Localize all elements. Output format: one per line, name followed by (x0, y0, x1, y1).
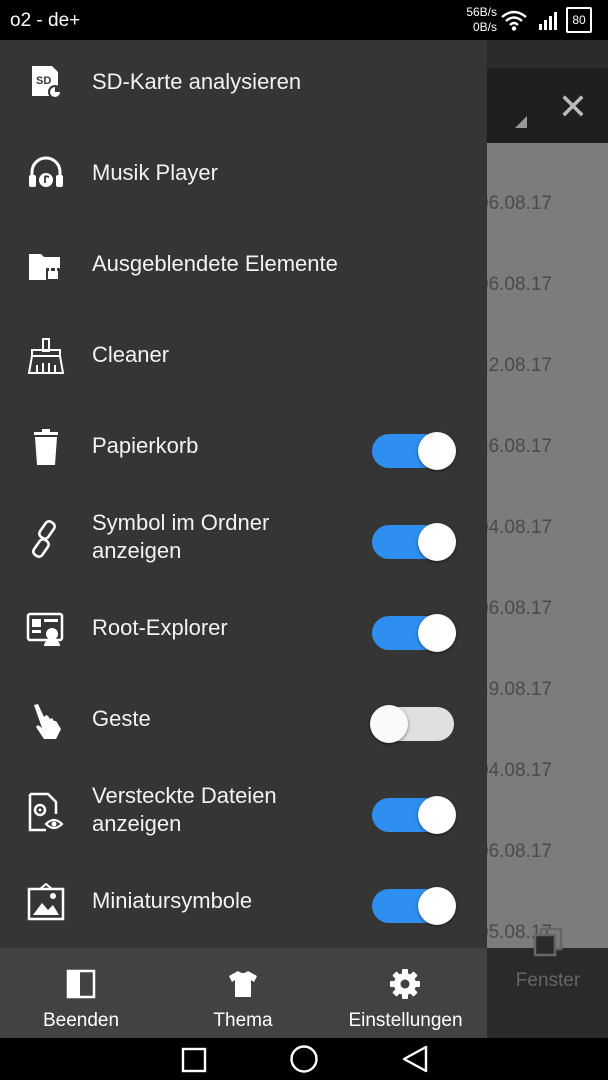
back-icon[interactable] (401, 1044, 429, 1074)
list-item-date: 06.08.17 (478, 598, 552, 619)
svg-text:SD: SD (36, 75, 51, 87)
menu-item-label: Geste (92, 706, 151, 731)
navigation-drawer: SD SD-Karte analysieren Musik Player Aus… (0, 40, 487, 948)
folder-symbol-toggle[interactable] (370, 517, 458, 561)
wifi-icon (501, 10, 527, 31)
theme-button-label: Thema (213, 1010, 273, 1031)
list-item-date: 19.08.17 (478, 679, 552, 700)
settings-button[interactable]: Einstellungen (324, 948, 487, 1038)
menu-item-cleaner[interactable]: Cleaner (0, 313, 487, 404)
home-icon[interactable] (289, 1044, 319, 1074)
thumbnails-toggle[interactable] (370, 881, 458, 925)
settings-button-label: Einstellungen (348, 1010, 463, 1031)
menu-item-label: Musik Player (92, 160, 218, 185)
menu-item-thumbnails[interactable]: Miniatursymbole (0, 859, 487, 950)
window-button-label: Fenster (515, 970, 581, 991)
menu-item-label: Versteckte Dateien anzeigen (92, 783, 277, 836)
list-item-date: 26.08.17 (478, 436, 552, 457)
menu-item-hidden-files[interactable]: Versteckte Dateien anzeigen (0, 768, 487, 859)
menu-item-label: Cleaner (92, 342, 170, 367)
menu-item-hidden-elements[interactable]: Ausgeblendete Elemente (0, 222, 487, 313)
menu-item-label: SD-Karte analysieren (92, 69, 302, 94)
menu-item-recycle-bin[interactable]: Papierkorb (0, 404, 487, 495)
root-explorer-toggle[interactable] (370, 608, 458, 652)
menu-item-root-explorer[interactable]: Root-Explorer (0, 586, 487, 677)
sort-indicator-icon (515, 116, 527, 128)
status-bar: o2 - de+ 56B/s 0B/s 80 (0, 0, 608, 40)
close-icon[interactable]: ✕ (558, 86, 588, 128)
exit-button[interactable]: Beenden (0, 948, 162, 1038)
locked-folder-icon (29, 254, 60, 280)
menu-item-sd-analyze[interactable]: SD SD-Karte analysieren (0, 40, 487, 131)
net-down-speed: 0B/s (472, 20, 497, 34)
tshirt-icon (229, 971, 257, 997)
hidden-files-icon (28, 792, 64, 832)
thumbnail-icon (27, 883, 65, 921)
carrier-name: o2 - de+ (10, 10, 81, 31)
menu-item-label: Symbol im Ordner anzeigen (92, 510, 270, 563)
theme-button[interactable]: Thema (162, 948, 324, 1038)
list-item-date: 22.08.17 (478, 355, 552, 376)
sd-card-analyze-icon: SD (32, 66, 62, 99)
recycle-bin-toggle[interactable] (370, 426, 458, 470)
menu-item-label: Papierkorb (92, 433, 199, 458)
signal-icon (539, 12, 557, 30)
headphones-icon (29, 156, 63, 187)
windows-icon (533, 927, 563, 957)
drawer-footer: Beenden Thema Einstellungen (0, 948, 487, 1038)
menu-item-folder-symbol[interactable]: Symbol im Ordner anzeigen (0, 495, 487, 586)
list-item-date: 06.08.17 (478, 841, 552, 862)
gesture-hand-icon (34, 704, 61, 739)
battery-icon: 80 (566, 7, 592, 33)
system-nav-bar (0, 1038, 608, 1080)
hidden-files-toggle[interactable] (370, 790, 458, 834)
menu-item-label: Ausgeblendete Elemente (92, 251, 338, 276)
broom-icon (27, 338, 65, 374)
menu-item-gesture[interactable]: Geste (0, 677, 487, 768)
exit-icon (66, 969, 96, 999)
window-button[interactable]: Fenster (488, 908, 608, 998)
menu-item-music-player[interactable]: Musik Player (0, 131, 487, 222)
list-item-date: 04.08.17 (478, 760, 552, 781)
list-item-date: 06.08.17 (478, 193, 552, 214)
net-up-speed: 56B/s (466, 5, 497, 19)
root-explorer-icon (26, 612, 64, 646)
network-speed: 56B/s 0B/s (455, 5, 497, 35)
list-item-date: 06.08.17 (478, 274, 552, 295)
menu-item-label: Root-Explorer (92, 615, 228, 640)
list-item-date: 04.08.17 (478, 517, 552, 538)
menu-item-label: Miniatursymbole (92, 888, 253, 913)
gesture-toggle[interactable] (370, 699, 458, 743)
gear-icon (390, 969, 420, 999)
recent-apps-icon[interactable] (181, 1047, 207, 1073)
link-icon (32, 520, 56, 558)
trash-icon (34, 429, 58, 465)
exit-button-label: Beenden (42, 1010, 120, 1031)
